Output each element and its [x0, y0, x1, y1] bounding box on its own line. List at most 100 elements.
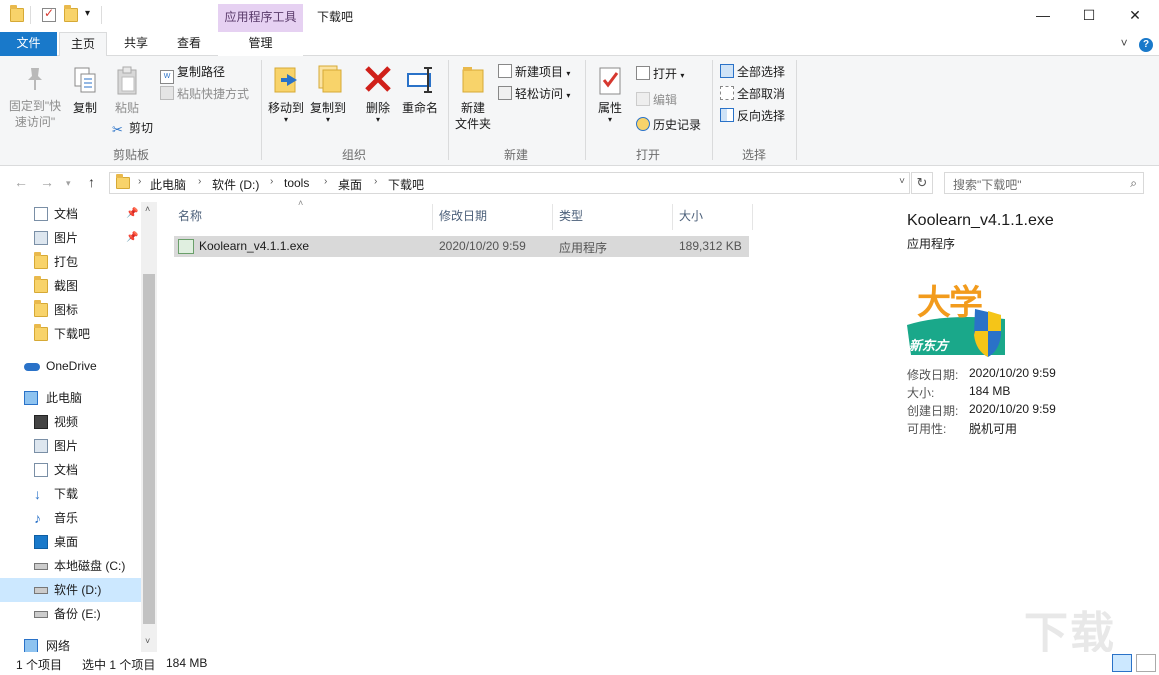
new-folder-label-line1: 新建	[460, 101, 485, 115]
rename-button[interactable]: 重命名	[400, 64, 440, 116]
tab-manage[interactable]: 管理	[218, 32, 303, 56]
sort-ascending-icon: ˄	[298, 198, 304, 208]
column-divider[interactable]	[552, 204, 553, 230]
move-to-button[interactable]: 移动到 ▾	[266, 64, 306, 124]
search-box[interactable]: 搜索"下载吧" ⌕	[944, 172, 1144, 194]
up-arrow-icon[interactable]: ↑	[88, 174, 95, 190]
customize-quick-access-icon[interactable]: ▾	[85, 8, 90, 19]
nav-item-desktop[interactable]: 桌面	[0, 530, 141, 554]
new-folder-button[interactable]: 新建 文件夹	[452, 64, 494, 132]
paste-button[interactable]: 粘贴	[110, 66, 144, 116]
back-arrow-icon[interactable]: ←	[14, 174, 28, 190]
nav-item-label: 下载	[54, 487, 79, 501]
breadcrumb-this-pc[interactable]: 此电脑	[150, 176, 186, 193]
new-folder-quick-icon[interactable]	[64, 5, 78, 22]
tab-file[interactable]: 文件	[0, 32, 57, 56]
maximize-button[interactable]: ☐	[1066, 0, 1112, 32]
edit-button[interactable]: 编辑	[636, 91, 677, 109]
tab-home[interactable]: 主页	[59, 32, 107, 57]
pin-icon[interactable]: 📌	[126, 226, 138, 250]
copy-path-button[interactable]: W 复制路径	[160, 63, 225, 84]
new-item-button[interactable]: 新建项目 ▾	[498, 63, 570, 83]
history-icon	[636, 117, 650, 131]
minimize-button[interactable]: —	[1020, 0, 1066, 32]
properties-button[interactable]: 属性 ▾	[592, 66, 628, 124]
nav-item-folder[interactable]: 截图	[0, 274, 141, 298]
column-divider[interactable]	[672, 204, 673, 230]
easy-access-button[interactable]: 轻松访问 ▾	[498, 85, 570, 105]
computer-icon	[24, 391, 38, 405]
folder-icon	[10, 5, 24, 22]
nav-item-label: 图片	[54, 231, 79, 245]
copy-to-button[interactable]: 复制到 ▾	[308, 64, 348, 124]
forward-arrow-icon[interactable]: →	[40, 174, 54, 190]
nav-item-label: 备份 (E:)	[54, 607, 101, 621]
column-divider[interactable]	[752, 204, 753, 230]
nav-item-this-pc[interactable]: 此电脑	[0, 386, 141, 410]
delete-button[interactable]: 删除 ▾	[360, 64, 396, 124]
select-all-label: 全部选择	[737, 65, 786, 79]
breadcrumb-drive-d[interactable]: 软件 (D:)	[212, 176, 259, 193]
open-button[interactable]: 打开 ▾	[636, 65, 684, 85]
nav-item-documents[interactable]: 文档	[0, 458, 141, 482]
tab-share[interactable]: 共享	[112, 32, 160, 56]
nav-item-folder[interactable]: 图标	[0, 298, 141, 322]
document-icon	[34, 207, 48, 221]
new-item-icon	[498, 64, 512, 78]
nav-item-folder[interactable]: 下载吧	[0, 322, 141, 346]
invert-selection-button[interactable]: 反向选择	[720, 107, 785, 125]
address-dropdown-icon[interactable]: ˅	[899, 176, 905, 187]
cut-button[interactable]: ✂ 剪切	[112, 119, 153, 137]
recent-locations-icon[interactable]: ▾	[66, 178, 71, 189]
scroll-thumb[interactable]	[143, 274, 155, 624]
select-none-button[interactable]: 全部取消	[720, 85, 785, 103]
breadcrumb-desktop[interactable]: 桌面	[338, 176, 362, 193]
large-icons-view-icon[interactable]	[1136, 654, 1156, 672]
table-row[interactable]: Koolearn_v4.1.1.exe 2020/10/20 9:59 应用程序…	[174, 236, 749, 257]
breadcrumb-separator: ›	[138, 176, 142, 187]
properties-quick-icon[interactable]	[42, 6, 56, 22]
column-divider[interactable]	[432, 204, 433, 230]
history-button[interactable]: 历史记录	[636, 116, 701, 134]
nav-item-drive-c[interactable]: 本地磁盘 (C:)	[0, 554, 141, 578]
select-all-button[interactable]: 全部选择	[720, 63, 785, 81]
copy-button[interactable]: 复制	[68, 66, 102, 116]
refresh-button[interactable]: ↻	[911, 172, 933, 194]
nav-item-music[interactable]: ♪ 音乐	[0, 506, 141, 530]
nav-scrollbar[interactable]: ˄ ˅	[141, 202, 157, 652]
column-header-modified[interactable]: 修改日期	[439, 208, 487, 232]
nav-item-pictures[interactable]: 图片	[0, 434, 141, 458]
select-none-icon	[720, 86, 734, 100]
details-view-icon[interactable]	[1112, 654, 1132, 672]
nav-item-onedrive[interactable]: OneDrive	[0, 354, 141, 378]
tab-view[interactable]: 查看	[165, 32, 213, 56]
breadcrumb-tools[interactable]: tools	[284, 176, 309, 190]
column-header-type[interactable]: 类型	[559, 208, 583, 232]
dropdown-icon: ▾	[325, 115, 330, 124]
column-header-name[interactable]: 名称	[178, 208, 202, 232]
help-icon[interactable]: ?	[1139, 38, 1153, 52]
column-header-size[interactable]: 大小	[679, 208, 703, 232]
breadcrumb-separator: ›	[198, 176, 202, 187]
collapse-ribbon-icon[interactable]: ˅	[1121, 36, 1128, 50]
scroll-down-icon[interactable]: ˅	[145, 636, 150, 646]
nav-item-downloads[interactable]: ↓ 下载	[0, 482, 141, 506]
nav-item-documents[interactable]: 文档 📌	[0, 202, 141, 226]
preview-prop-label: 可用性:	[907, 422, 947, 436]
nav-item-drive-e[interactable]: 备份 (E:)	[0, 602, 141, 626]
nav-item-drive-d[interactable]: 软件 (D:)	[0, 578, 141, 602]
select-none-label: 全部取消	[737, 87, 786, 101]
pin-icon[interactable]: 📌	[126, 202, 138, 226]
paste-shortcut-button[interactable]: 粘贴快捷方式	[160, 85, 249, 103]
nav-item-pictures[interactable]: 图片 📌	[0, 226, 141, 250]
scroll-up-icon[interactable]: ˄	[145, 204, 150, 214]
pin-to-quick-access-button[interactable]: 固定到"快 速访问"	[6, 66, 64, 130]
nav-item-label: 文档	[54, 463, 79, 477]
rename-label: 重命名	[401, 101, 438, 115]
address-bar[interactable]: › 此电脑 › 软件 (D:) › tools › 桌面 › 下载吧 ˅	[109, 172, 910, 194]
close-button[interactable]: ✕	[1112, 0, 1158, 32]
breadcrumb-current[interactable]: 下载吧	[388, 176, 424, 193]
nav-item-videos[interactable]: 视频	[0, 410, 141, 434]
easy-access-icon	[498, 86, 512, 100]
nav-item-folder[interactable]: 打包	[0, 250, 141, 274]
